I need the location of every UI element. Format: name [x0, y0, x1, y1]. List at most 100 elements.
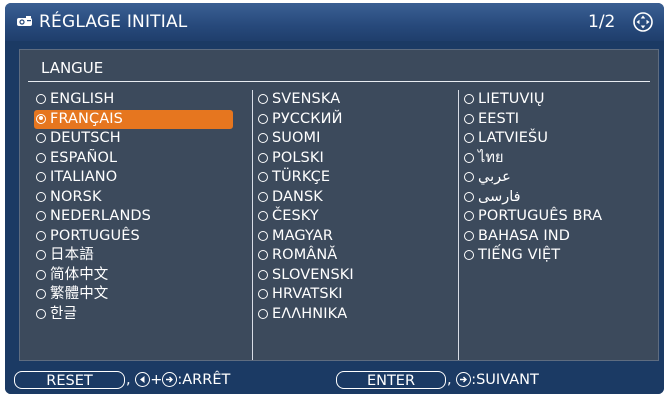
- title-bar: RÉGLAGE INITIAL 1/2: [5, 3, 664, 41]
- language-option[interactable]: PORTUGUÊS BRA: [462, 207, 657, 227]
- language-option[interactable]: TIẾNG VIỆT: [462, 246, 657, 266]
- language-option[interactable]: ROMÂNĂ: [256, 246, 446, 266]
- radio-icon: [258, 191, 268, 202]
- language-option[interactable]: 简体中文: [34, 266, 234, 286]
- language-label: DEUTSCH: [50, 130, 121, 146]
- language-label: BAHASA IND: [478, 227, 570, 244]
- language-option[interactable]: HRVATSKI: [256, 285, 446, 305]
- language-column-2: SVENSKA РУССКИЙ SUOMI POLSKI TÜRKÇE DANSK ČESK…: [252, 90, 446, 360]
- language-label: PORTUGUÊS BRA: [478, 208, 603, 224]
- language-option[interactable]: BAHASA IND: [462, 227, 657, 247]
- language-option[interactable]: POLSKI: [256, 149, 446, 169]
- radio-icon: [36, 113, 46, 124]
- radio-icon: [464, 230, 474, 241]
- radio-icon: [258, 308, 268, 319]
- language-label: POLSKI: [272, 149, 324, 166]
- radio-icon: [464, 191, 474, 202]
- language-option[interactable]: فارسی: [462, 188, 657, 208]
- language-label: NORSK: [50, 188, 102, 205]
- radio-icon: [464, 211, 474, 221]
- radio-icon: [464, 133, 474, 143]
- radio-icon: [36, 191, 46, 202]
- navigation-icon[interactable]: [632, 11, 654, 33]
- language-option[interactable]: DEUTSCH: [34, 129, 234, 149]
- language-option[interactable]: PORTUGUÊS: [34, 227, 234, 247]
- language-option[interactable]: LIETUVIŲ: [462, 90, 657, 110]
- language-label: TÜRKÇE: [272, 169, 331, 185]
- language-column-3: LIETUVIŲ EESTI LATVIEŠU ไทย عربي فارسی PORTUGU…: [458, 90, 657, 360]
- language-option[interactable]: NEDERLANDS: [34, 207, 234, 227]
- radio-icon: [36, 250, 46, 260]
- language-label: РУССКИЙ: [272, 110, 343, 127]
- radio-icon: [464, 94, 474, 104]
- language-label: LATVIEŠU: [478, 130, 549, 146]
- language-option[interactable]: ESPAÑOL: [34, 149, 234, 169]
- reset-button[interactable]: RESET: [14, 371, 125, 389]
- language-label: NEDERLANDS: [50, 208, 151, 224]
- radio-icon: [464, 152, 474, 163]
- language-label: عربي: [478, 169, 511, 185]
- language-option[interactable]: SVENSKA: [256, 90, 446, 110]
- radio-icon: [36, 133, 46, 143]
- panel-title: LANGUE: [41, 59, 104, 77]
- enter-hint-text: :SUIVANT: [471, 372, 539, 388]
- language-option[interactable]: ENGLISH: [34, 90, 234, 110]
- enter-icon: [456, 372, 472, 387]
- language-option[interactable]: FRANÇAIS: [34, 109, 233, 129]
- language-label: SVENSKA: [272, 91, 341, 107]
- radio-icon: [36, 94, 46, 104]
- language-option[interactable]: 한글: [34, 305, 234, 325]
- radio-icon: [36, 152, 46, 163]
- language-option[interactable]: TÜRKÇE: [256, 168, 446, 188]
- window-title: RÉGLAGE INITIAL: [39, 12, 188, 32]
- radio-icon: [464, 113, 474, 124]
- language-option[interactable]: عربي: [462, 168, 657, 188]
- language-option[interactable]: EESTI: [462, 110, 657, 130]
- language-label: 繁體中文: [50, 286, 109, 302]
- panel-divider: [28, 81, 650, 82]
- radio-icon: [258, 94, 268, 104]
- radio-icon: [36, 269, 46, 280]
- language-option[interactable]: ไทย: [462, 149, 657, 169]
- radio-icon: [36, 172, 46, 182]
- language-option[interactable]: ΕΛΛΗΝΙΚΑ: [256, 305, 446, 325]
- language-label: FRANÇAIS: [50, 110, 123, 127]
- language-option[interactable]: NORSK: [34, 188, 234, 208]
- language-option[interactable]: ITALIANO: [34, 168, 234, 188]
- projector-icon: [17, 16, 32, 26]
- language-label: ไทย: [478, 149, 504, 166]
- language-label: DANSK: [272, 188, 323, 205]
- language-column-1: ENGLISH FRANÇAIS DEUTSCH ESPAÑOL ITALIANO NOR…: [34, 90, 234, 324]
- language-option[interactable]: 日本語: [34, 246, 234, 266]
- language-label: EESTI: [478, 110, 520, 127]
- language-label: ROMÂNĂ: [272, 247, 338, 263]
- radio-icon: [258, 250, 268, 260]
- language-option[interactable]: 繁體中文: [34, 285, 234, 305]
- enter-button[interactable]: ENTER: [336, 371, 446, 389]
- language-option[interactable]: DANSK: [256, 188, 446, 208]
- radio-icon: [258, 230, 268, 241]
- language-option[interactable]: SUOMI: [256, 129, 446, 149]
- radio-icon: [258, 133, 268, 143]
- radio-icon: [36, 211, 46, 221]
- radio-icon: [464, 172, 474, 182]
- reset-hint-text: :ARRÊT: [177, 372, 231, 388]
- radio-icon: [36, 308, 46, 319]
- language-label: 한글: [50, 305, 77, 322]
- language-option[interactable]: ČESKY: [256, 207, 446, 227]
- radio-icon: [258, 172, 268, 182]
- language-panel: LANGUE ENGLISH FRANÇAIS DEUTSCH ESPAÑOL ITAL…: [19, 49, 659, 361]
- language-label: فارسی: [478, 188, 521, 205]
- radio-icon: [258, 152, 268, 163]
- enter-hint: , :SUIVANT: [447, 372, 539, 388]
- language-label: SUOMI: [272, 130, 321, 146]
- language-option[interactable]: LATVIEŠU: [462, 129, 657, 149]
- language-option[interactable]: MAGYAR: [256, 227, 446, 247]
- radio-icon: [464, 250, 474, 260]
- left-arrow-icon: [135, 372, 151, 387]
- radio-icon: [36, 289, 46, 299]
- language-option[interactable]: РУССКИЙ: [256, 110, 446, 130]
- language-option[interactable]: SLOVENSKI: [256, 266, 446, 286]
- language-label: ENGLISH: [50, 91, 115, 107]
- radio-icon: [36, 230, 46, 241]
